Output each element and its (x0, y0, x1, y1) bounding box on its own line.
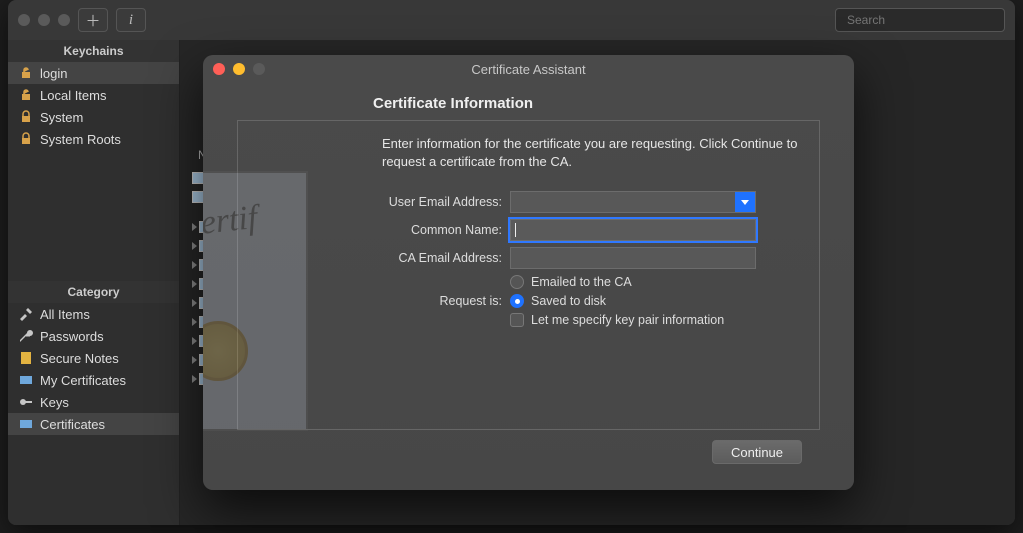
radio-label: Saved to disk (531, 294, 606, 308)
cert-icon (18, 372, 34, 388)
zoom-icon[interactable] (58, 14, 70, 26)
form-inner: Enter information for the certificate yo… (382, 135, 799, 415)
search-input[interactable] (847, 13, 1002, 27)
minimize-icon[interactable] (233, 63, 245, 75)
user-email-label: User Email Address: (382, 195, 502, 209)
dialog-footer: Continue (237, 430, 820, 478)
common-name-input[interactable] (516, 223, 751, 237)
ca-email-label: CA Email Address: (382, 251, 502, 265)
seal-icon (203, 321, 248, 381)
certificate-script-text: Certif (203, 199, 259, 245)
chevron-right-icon (192, 375, 197, 383)
sidebar-item-label: login (40, 66, 67, 81)
user-email-combo[interactable] (510, 191, 756, 213)
chevron-right-icon (192, 337, 197, 345)
search-field[interactable] (835, 8, 1005, 32)
keychains-list: login Local Items System (8, 62, 179, 150)
zoom-icon[interactable] (253, 63, 265, 75)
category-header: Category (8, 281, 179, 303)
sidebar-item-label: Certificates (40, 417, 105, 432)
sidebar-item-login[interactable]: login (8, 62, 179, 84)
dialog-window-controls (213, 63, 265, 75)
sidebar-item-local-items[interactable]: Local Items (8, 84, 179, 106)
locked-padlock-icon (18, 109, 34, 125)
key-icon (18, 394, 34, 410)
checkbox-label: Let me specify key pair information (531, 313, 724, 327)
dialog-titlebar: Certificate Assistant (203, 55, 854, 83)
tools-icon (18, 306, 34, 322)
close-icon[interactable] (18, 14, 30, 26)
sidebar-item-my-certificates[interactable]: My Certificates (8, 369, 179, 391)
instructions-text: Enter information for the certificate yo… (382, 135, 799, 171)
sidebar-item-label: Passwords (40, 329, 104, 344)
common-name-field[interactable] (510, 219, 756, 241)
radio-icon[interactable] (510, 275, 524, 289)
keychains-header: Keychains (8, 40, 179, 62)
note-icon (18, 350, 34, 366)
locked-padlock-icon (18, 131, 34, 147)
certificate-assistant-dialog: Certificate Assistant Certificate Inform… (203, 55, 854, 490)
chevron-right-icon (192, 223, 197, 231)
form-grid: User Email Address: Common Name: CA Emai… (382, 191, 799, 327)
form-panel: Certif Enter information for the certifi… (237, 120, 820, 430)
info-button[interactable]: i (116, 8, 146, 32)
sidebar-item-system-roots[interactable]: System Roots (8, 128, 179, 150)
key-icon (18, 328, 34, 344)
sidebar-item-secure-notes[interactable]: Secure Notes (8, 347, 179, 369)
unlocked-padlock-icon (18, 87, 34, 103)
dialog-title: Certificate Assistant (471, 62, 585, 77)
radio-icon[interactable] (510, 294, 524, 308)
radio-saved[interactable]: Saved to disk (510, 294, 799, 308)
request-is-label: Request is: (382, 294, 502, 308)
sidebar-item-label: Keys (40, 395, 69, 410)
sidebar-item-label: Local Items (40, 88, 106, 103)
window-controls (18, 14, 70, 26)
cert-icon (18, 416, 34, 432)
sidebar-item-label: System (40, 110, 83, 125)
category-list: All Items Passwords Secure Notes My Cert… (8, 303, 179, 435)
unlocked-padlock-icon (18, 65, 34, 81)
chevron-right-icon (192, 318, 197, 326)
sidebar-item-system[interactable]: System (8, 106, 179, 128)
dialog-content: Certificate Information Certif Enter inf… (203, 83, 854, 490)
sidebar-item-all-items[interactable]: All Items (8, 303, 179, 325)
chevron-right-icon (192, 356, 197, 364)
chevron-right-icon (192, 280, 197, 288)
sidebar: Keychains login Local Items (8, 40, 180, 525)
sidebar-item-label: System Roots (40, 132, 121, 147)
ca-email-input[interactable] (515, 251, 751, 265)
sidebar-item-label: My Certificates (40, 373, 126, 388)
request-is-options: Emailed to the CA Saved to disk Let me s… (510, 275, 799, 327)
close-icon[interactable] (213, 63, 225, 75)
sidebar-item-label: Secure Notes (40, 351, 119, 366)
radio-emailed[interactable]: Emailed to the CA (510, 275, 799, 289)
chevron-down-icon[interactable] (735, 192, 755, 212)
checkbox-icon[interactable] (510, 313, 524, 327)
sidebar-item-label: All Items (40, 307, 90, 322)
minimize-icon[interactable] (38, 14, 50, 26)
main-titlebar: ＋ i (8, 0, 1015, 40)
certificate-illustration: Certif (203, 171, 308, 431)
sidebar-item-certificates[interactable]: Certificates (8, 413, 179, 435)
dialog-heading: Certificate Information (373, 95, 820, 112)
continue-button[interactable]: Continue (712, 440, 802, 464)
chevron-right-icon (192, 299, 197, 307)
common-name-label: Common Name: (382, 223, 502, 237)
ca-email-field[interactable] (510, 247, 756, 269)
radio-label: Emailed to the CA (531, 275, 632, 289)
sidebar-item-keys[interactable]: Keys (8, 391, 179, 413)
user-email-input[interactable] (515, 195, 751, 210)
sidebar-item-passwords[interactable]: Passwords (8, 325, 179, 347)
add-button[interactable]: ＋ (78, 8, 108, 32)
keypair-checkbox-row[interactable]: Let me specify key pair information (510, 313, 799, 327)
chevron-right-icon (192, 242, 197, 250)
chevron-right-icon (192, 261, 197, 269)
